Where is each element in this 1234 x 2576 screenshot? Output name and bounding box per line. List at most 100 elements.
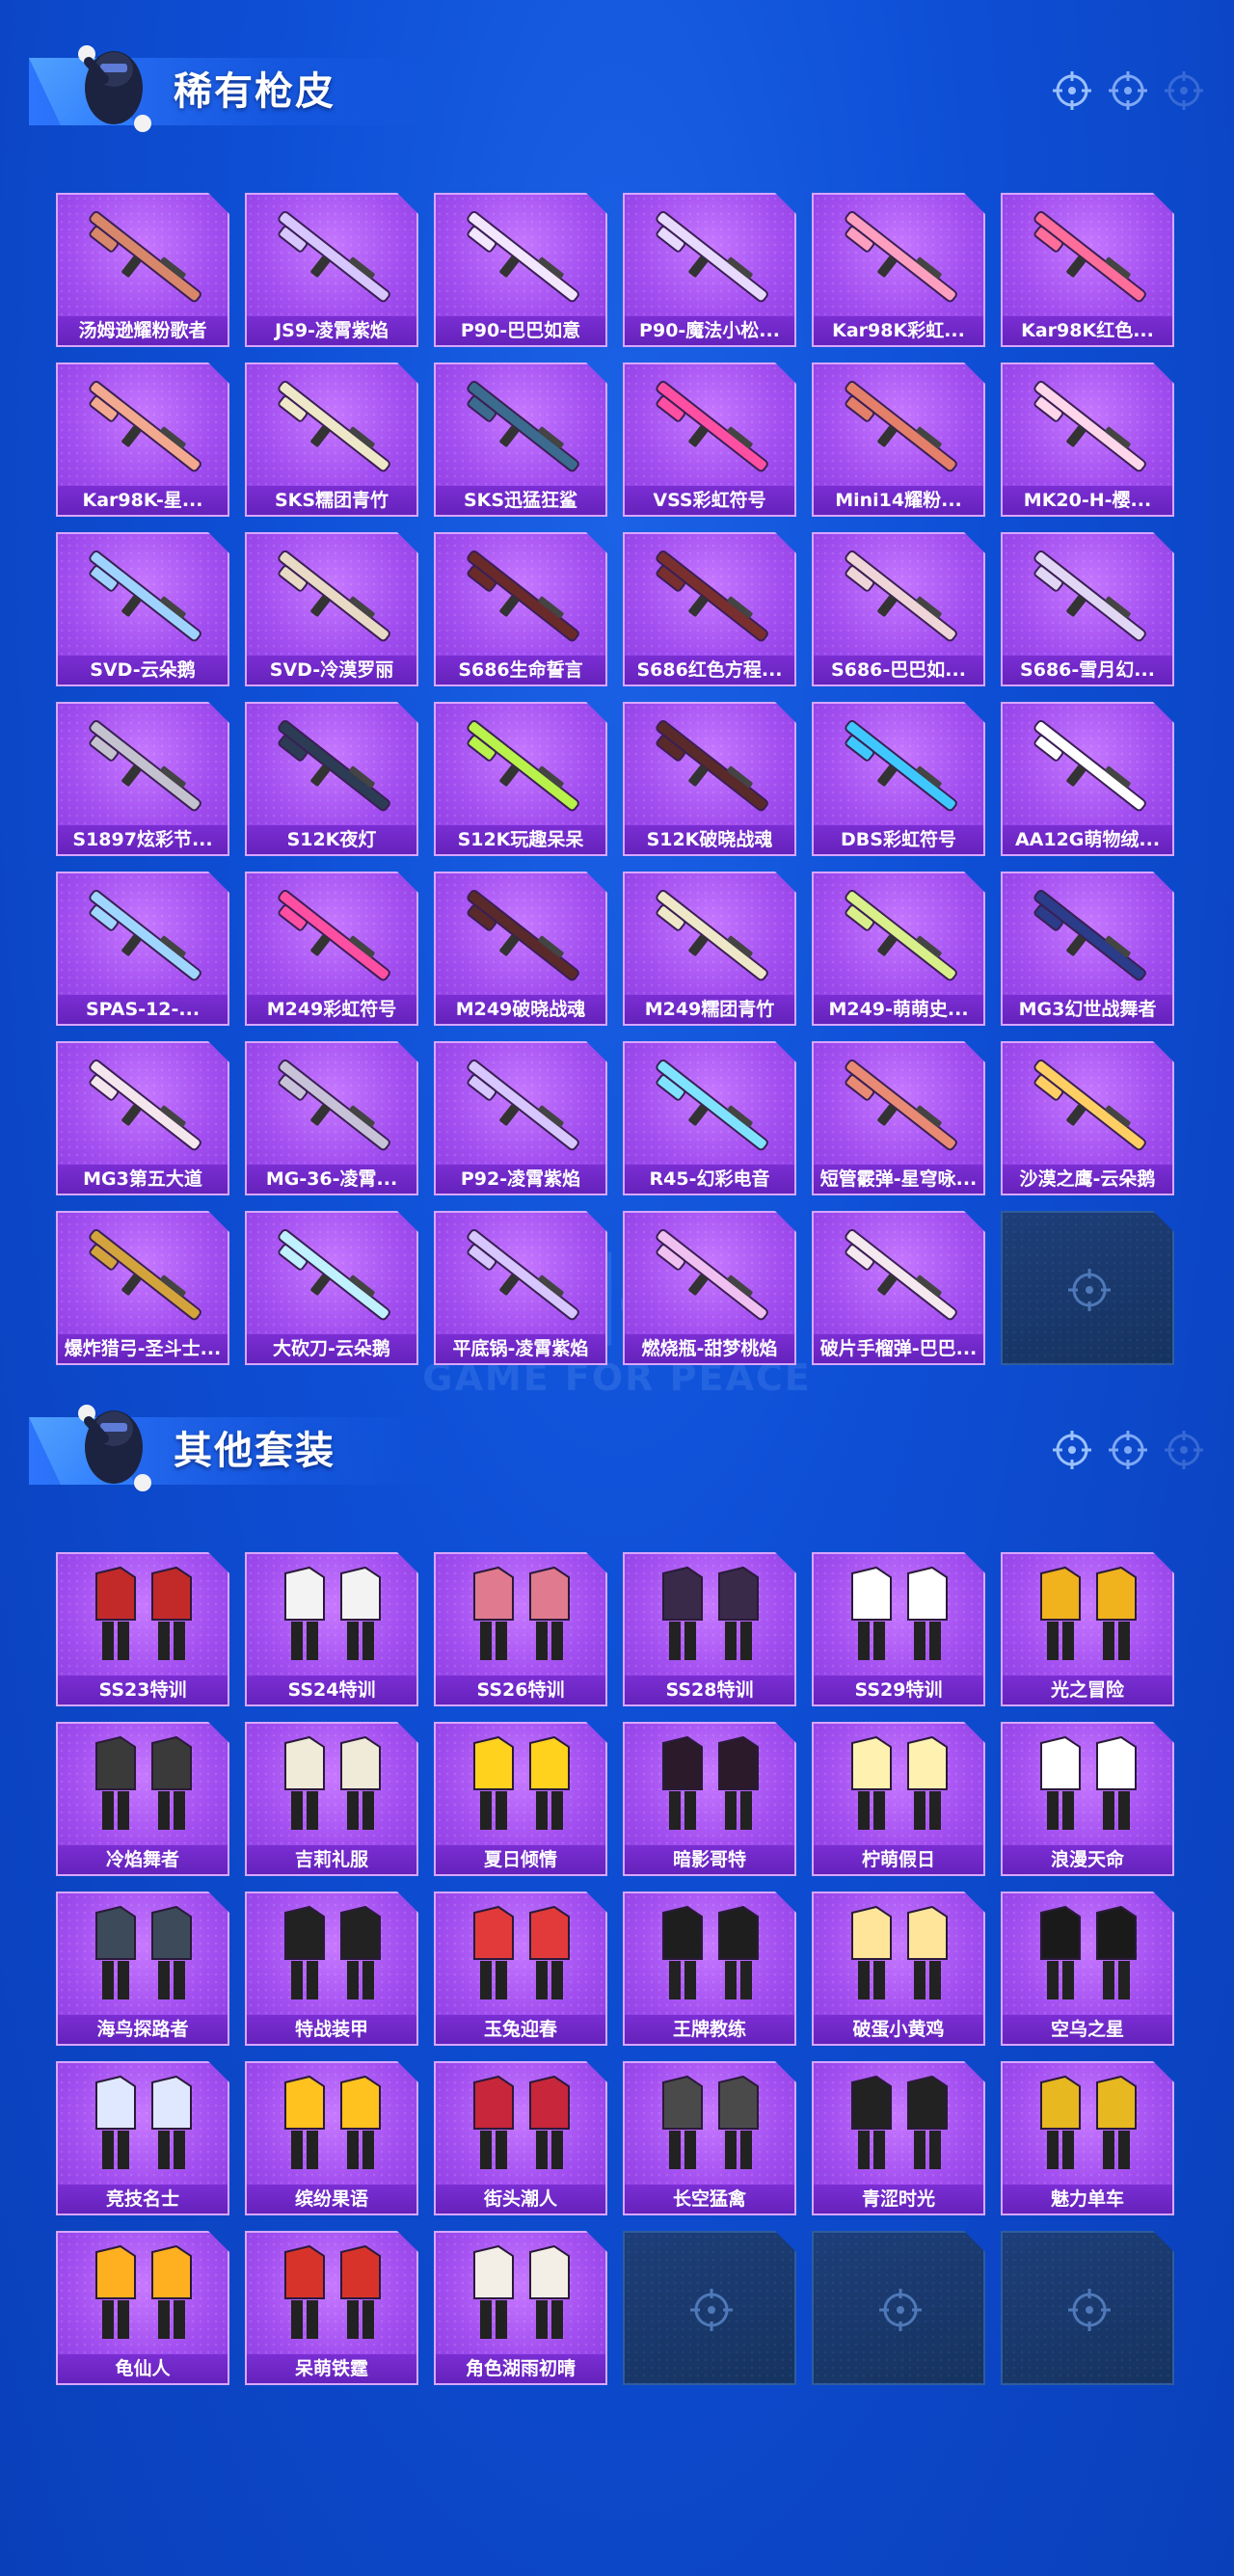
gun-skin-card[interactable]: P90-魔法小松...: [623, 193, 796, 347]
gun-skin-card[interactable]: M249彩虹符号: [245, 872, 418, 1026]
weapon-skin-image: [67, 881, 222, 992]
gun-skin-card[interactable]: SVD-云朵鹅: [56, 532, 229, 686]
outfit-image: [1012, 1901, 1167, 2012]
weapon-skin-image: [823, 1221, 978, 1331]
outfit-image: [67, 1731, 222, 1842]
item-label: 破片手榴弹-巴巴...: [814, 1334, 983, 1363]
gun-skin-card[interactable]: Kar98K-星...: [56, 362, 229, 517]
gun-skin-card[interactable]: 短管霰弹-星穹咏...: [812, 1041, 985, 1195]
item-label: S686-雪月幻...: [1003, 656, 1172, 684]
outfit-card[interactable]: 魅力单车: [1001, 2061, 1174, 2215]
outfit-card[interactable]: 玉兔迎春: [434, 1892, 607, 2046]
outfit-card[interactable]: 海鸟探路者: [56, 1892, 229, 2046]
gun-skin-card[interactable]: R45-幻彩电音: [623, 1041, 796, 1195]
gun-skin-card[interactable]: SPAS-12-...: [56, 872, 229, 1026]
item-label: P90-巴巴如意: [436, 316, 605, 345]
outfit-card[interactable]: 夏日倾情: [434, 1722, 607, 1876]
section-title: 稀有枪皮: [174, 69, 335, 114]
gun-skin-card[interactable]: M249破晓战魂: [434, 872, 607, 1026]
outfit-card[interactable]: 特战装甲: [245, 1892, 418, 2046]
gun-skin-card[interactable]: S12K夜灯: [245, 702, 418, 856]
item-label: P90-魔法小松...: [625, 316, 794, 345]
outfit-card[interactable]: SS29特训: [812, 1552, 985, 1706]
outfit-image: [823, 1731, 978, 1842]
weapon-skin-image: [634, 542, 789, 653]
outfit-card[interactable]: 缤纷果语: [245, 2061, 418, 2215]
weapon-skin-image: [1012, 542, 1167, 653]
gun-skin-card[interactable]: S686生命誓言: [434, 532, 607, 686]
weapon-skin-image: [634, 372, 789, 483]
item-label: 玉兔迎春: [436, 2015, 605, 2044]
outfit-card[interactable]: 长空猛禽: [623, 2061, 796, 2215]
outfit-card[interactable]: 竞技名士: [56, 2061, 229, 2215]
gun-skin-card[interactable]: MK20-H-樱...: [1001, 362, 1174, 517]
item-label: 浪漫天命: [1003, 1845, 1172, 1874]
item-label: MG-36-凌霄...: [247, 1165, 416, 1194]
weapon-skin-image: [67, 1051, 222, 1162]
outfit-card[interactable]: 柠萌假日: [812, 1722, 985, 1876]
gun-skin-card[interactable]: S1897炫彩节...: [56, 702, 229, 856]
gun-skin-card[interactable]: S12K破晓战魂: [623, 702, 796, 856]
item-label: SPAS-12-...: [58, 995, 228, 1024]
outfit-image: [67, 2071, 222, 2182]
gun-skin-card[interactable]: M249糯团青竹: [623, 872, 796, 1026]
gun-skin-card[interactable]: MG3幻世战舞者: [1001, 872, 1174, 1026]
crosshair-icon: [1053, 71, 1091, 110]
outfit-card[interactable]: 破蛋小黄鸡: [812, 1892, 985, 2046]
gun-skin-card[interactable]: 大砍刀-云朵鹅: [245, 1211, 418, 1365]
outfit-card[interactable]: 青涩时光: [812, 2061, 985, 2215]
outfit-card[interactable]: SS28特训: [623, 1552, 796, 1706]
gun-skin-card[interactable]: 破片手榴弹-巴巴...: [812, 1211, 985, 1365]
outfit-card[interactable]: 冷焰舞者: [56, 1722, 229, 1876]
gun-skin-card[interactable]: S12K玩趣呆呆: [434, 702, 607, 856]
gun-skin-card[interactable]: MG-36-凌霄...: [245, 1041, 418, 1195]
crosshair-icon: [688, 2287, 735, 2333]
gun-skin-card[interactable]: JS9-凌霄紫焰: [245, 193, 418, 347]
gun-skin-card[interactable]: Mini14耀粉...: [812, 362, 985, 517]
gun-skin-card[interactable]: S686红色方程...: [623, 532, 796, 686]
item-label: AA12G萌物绒...: [1003, 825, 1172, 854]
gun-skin-card[interactable]: MG3第五大道: [56, 1041, 229, 1195]
mascot-icon: [78, 1405, 151, 1491]
gun-skin-card[interactable]: SVD-冷漠罗丽: [245, 532, 418, 686]
outfit-card[interactable]: 光之冒险: [1001, 1552, 1174, 1706]
outfit-image: [67, 1901, 222, 2012]
gun-skin-card[interactable]: P92-凌霄紫焰: [434, 1041, 607, 1195]
gun-skin-card[interactable]: S686-巴巴如...: [812, 532, 985, 686]
outfit-card[interactable]: 浪漫天命: [1001, 1722, 1174, 1876]
gun-skin-card[interactable]: DBS彩虹符号: [812, 702, 985, 856]
gun-skin-card[interactable]: 汤姆逊耀粉歌者: [56, 193, 229, 347]
gun-skin-card[interactable]: AA12G萌物绒...: [1001, 702, 1174, 856]
gun-skin-card[interactable]: 平底锅-凌霄紫焰: [434, 1211, 607, 1365]
outfit-image: [1012, 2071, 1167, 2182]
section-header: 其他套装: [0, 1388, 1234, 1494]
outfit-card[interactable]: 龟仙人: [56, 2231, 229, 2385]
item-label: 短管霰弹-星穹咏...: [814, 1165, 983, 1194]
outfit-card[interactable]: SS23特训: [56, 1552, 229, 1706]
gun-skin-card[interactable]: Kar98K彩虹...: [812, 193, 985, 347]
gun-skin-card[interactable]: M249-萌萌史...: [812, 872, 985, 1026]
outfit-card[interactable]: 吉莉礼服: [245, 1722, 418, 1876]
gun-skin-card[interactable]: S686-雪月幻...: [1001, 532, 1174, 686]
outfit-card[interactable]: SS24特训: [245, 1552, 418, 1706]
gun-skin-card[interactable]: SKS迅猛狂鲨: [434, 362, 607, 517]
item-label: 海鸟探路者: [58, 2015, 228, 2044]
outfit-card[interactable]: 暗影哥特: [623, 1722, 796, 1876]
outfit-card[interactable]: SS26特训: [434, 1552, 607, 1706]
empty-slot: [623, 2231, 796, 2385]
gun-skin-card[interactable]: VSS彩虹符号: [623, 362, 796, 517]
gun-skin-card[interactable]: 燃烧瓶-甜梦桃焰: [623, 1211, 796, 1365]
gun-skin-card[interactable]: P90-巴巴如意: [434, 193, 607, 347]
outfit-card[interactable]: 街头潮人: [434, 2061, 607, 2215]
gun-skin-card[interactable]: Kar98K红色...: [1001, 193, 1174, 347]
outfit-image: [445, 1901, 600, 2012]
outfit-image: [1012, 1562, 1167, 1673]
gun-skin-card[interactable]: 爆炸猎弓-圣斗士...: [56, 1211, 229, 1365]
gun-skin-card[interactable]: 沙漠之鹰-云朵鹅: [1001, 1041, 1174, 1195]
outfit-card[interactable]: 角色湖雨初晴: [434, 2231, 607, 2385]
outfit-card[interactable]: 空乌之星: [1001, 1892, 1174, 2046]
weapon-skin-image: [1012, 202, 1167, 313]
gun-skin-card[interactable]: SKS糯团青竹: [245, 362, 418, 517]
outfit-card[interactable]: 王牌教练: [623, 1892, 796, 2046]
outfit-card[interactable]: 呆萌铁霆: [245, 2231, 418, 2385]
